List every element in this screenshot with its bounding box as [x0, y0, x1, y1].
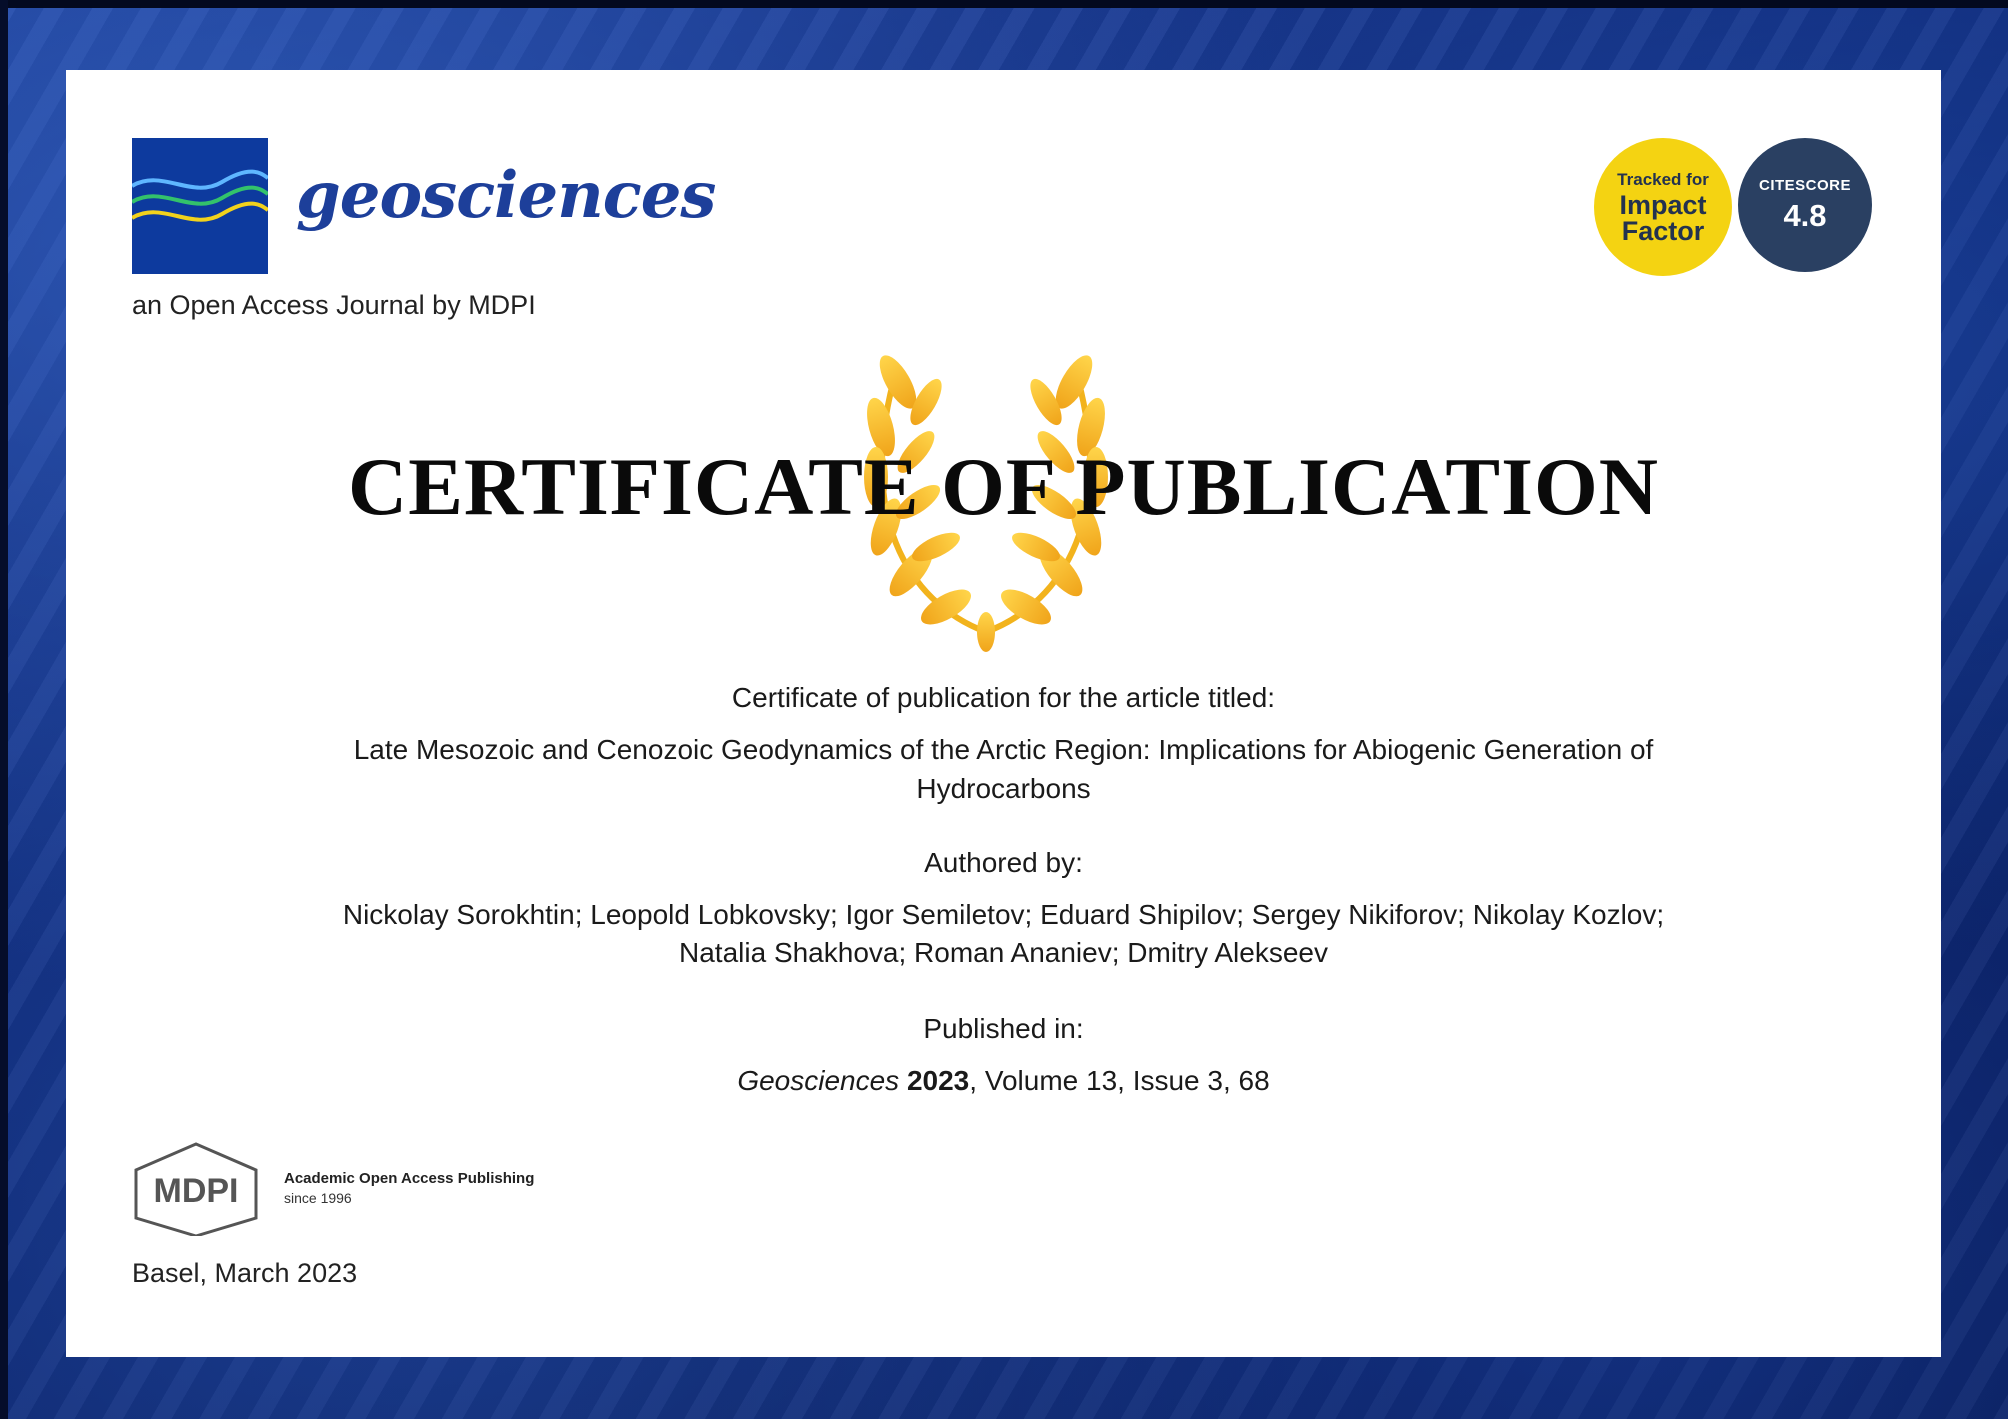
mdpi-logo-icon: MDPI	[134, 1142, 258, 1236]
authors-line2: Natalia Shakhova; Roman Ananiev; Dmitry …	[679, 937, 1328, 968]
published-label: Published in:	[923, 1013, 1084, 1044]
place-date: Basel, March 2023	[132, 1258, 358, 1288]
background-top-edge	[0, 0, 2008, 8]
publisher-since: since 1996	[284, 1190, 352, 1206]
journal-italic: Geosciences	[737, 1065, 900, 1096]
publication-info: Geosciences 2023, Volume 13, Issue 3, 68	[246, 1061, 1761, 1100]
citescore-label: CITESCORE	[1758, 176, 1851, 194]
background-left-edge	[0, 0, 8, 1419]
article-title-line1: Late Mesozoic and Cenozoic Geodynamics o…	[353, 734, 1654, 765]
article-title-line2: Hydrocarbons	[916, 773, 1091, 804]
impact-badge-line1: Impact	[1619, 190, 1707, 220]
impact-factor-badge: Tracked for Impact Factor	[1594, 138, 1732, 276]
certificate-intro: Certificate of publication for the artic…	[731, 682, 1276, 713]
citescore-badge: CITESCORE 4.8	[1738, 138, 1872, 272]
certificate-card: geosciences an Open Access Journal by MD…	[66, 70, 1941, 1357]
volume-issue: , Volume 13, Issue 3, 68	[969, 1065, 1270, 1096]
impact-badge-line2: Factor	[1621, 216, 1705, 246]
citescore-value: 4.8	[1783, 197, 1827, 233]
journal-tagline: an Open Access Journal by MDPI	[132, 290, 536, 320]
mdpi-logo-text: MDPI	[154, 1172, 239, 1210]
publisher-slogan: Academic Open Access Publishing	[284, 1170, 535, 1187]
geosciences-logo-icon	[130, 138, 270, 274]
authors-line1: Nickolay Sorokhtin; Leopold Lobkovsky; I…	[342, 899, 1665, 930]
journal-name: geosciences	[296, 158, 716, 233]
certificate-title: CERTIFICATE OF PUBLICATION	[348, 441, 1659, 532]
publication-year: 2023	[906, 1065, 970, 1096]
impact-badge-small: Tracked for	[1617, 170, 1709, 189]
authored-label: Authored by:	[924, 847, 1083, 878]
